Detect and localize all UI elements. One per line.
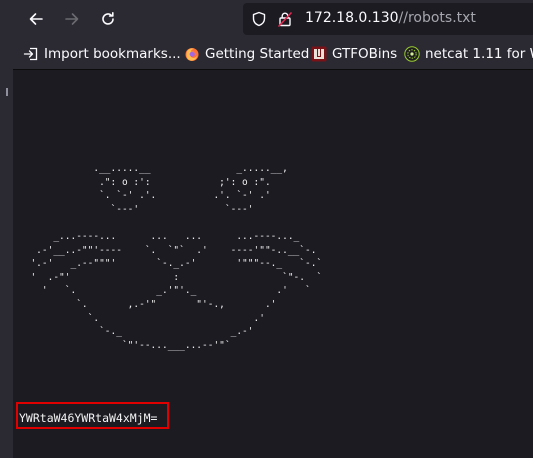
- reload-button[interactable]: [93, 4, 123, 34]
- url-host: 172.18.0.130: [305, 10, 399, 26]
- bookmark-label: GTFOBins: [332, 46, 398, 62]
- insecure-lock-icon[interactable]: [277, 11, 293, 27]
- reload-icon: [102, 12, 114, 25]
- bookmark-import[interactable]: Import bookmarks...: [23, 44, 181, 64]
- page-content: .__.....__ _.....__, .": o :': ;': o :".…: [13, 70, 533, 458]
- netcat-icon: [404, 46, 420, 62]
- forward-button[interactable]: [57, 4, 87, 34]
- bookmark-label: netcat 1.11 for Wi: [425, 46, 533, 62]
- arrow-left-icon: [29, 13, 43, 25]
- firefox-icon: [185, 48, 199, 61]
- ascii-art-face: .__.....__ _.....__, .": o :': ;': o :".…: [30, 163, 323, 351]
- sidebar-handle[interactable]: [6, 88, 8, 96]
- window-edge: [0, 0, 13, 458]
- arrow-right-icon: [65, 13, 79, 25]
- browser-toolbar: 172.18.0.130//robots.txt: [13, 0, 533, 38]
- bookmark-getting-started[interactable]: Getting Started: [184, 44, 309, 64]
- gtfobins-icon: [311, 46, 327, 62]
- encoded-credentials-text: YWRtaW46YWRtaW4xMjM=: [19, 411, 158, 425]
- import-icon: [23, 47, 38, 61]
- shield-icon[interactable]: [251, 11, 267, 27]
- bookmark-label: Getting Started: [205, 46, 310, 62]
- url-path: //robots.txt: [398, 10, 476, 26]
- address-bar[interactable]: 172.18.0.130//robots.txt: [243, 3, 533, 35]
- url-text[interactable]: 172.18.0.130//robots.txt: [305, 10, 476, 26]
- bookmark-label: Import bookmarks...: [44, 46, 181, 62]
- bookmark-gtfobins[interactable]: GTFOBins: [311, 44, 397, 64]
- back-button[interactable]: [21, 4, 51, 34]
- bookmarks-toolbar: Import bookmarks... Getting Started GTFO…: [13, 38, 533, 70]
- bookmark-netcat[interactable]: netcat 1.11 for Wi: [404, 44, 533, 64]
